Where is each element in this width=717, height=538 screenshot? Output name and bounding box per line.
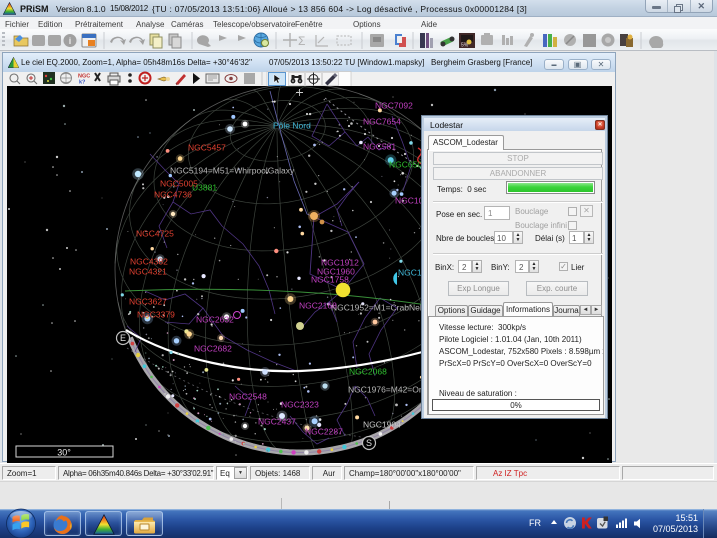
svg-text:NGC5194=M51=WhirpoolGalaxy: NGC5194=M51=WhirpoolGalaxy <box>170 166 295 176</box>
svg-text:NGC2323: NGC2323 <box>281 400 319 410</box>
svg-text:NGC2682: NGC2682 <box>194 344 232 354</box>
svg-text:NGC2437: NGC2437 <box>258 417 296 427</box>
svg-text:NGC4725: NGC4725 <box>136 229 174 239</box>
svg-text:NGC4382: NGC4382 <box>130 257 168 267</box>
svg-text:NGC2287: NGC2287 <box>305 427 343 437</box>
svg-text:NGC7654: NGC7654 <box>363 117 401 127</box>
svg-text:U3881: U3881 <box>192 183 217 193</box>
svg-text:5%: 5% <box>461 43 469 49</box>
svg-text:NGC2632: NGC2632 <box>196 315 234 325</box>
svg-text:NGC4736: NGC4736 <box>154 190 192 200</box>
svg-text:NGC7092: NGC7092 <box>375 101 413 111</box>
svg-text:NGC2068: NGC2068 <box>349 367 387 377</box>
svg-text:NGC1758: NGC1758 <box>311 275 349 285</box>
svg-text:30°: 30° <box>57 448 71 458</box>
svg-text:E: E <box>120 333 126 343</box>
svg-text:k?: k? <box>79 80 86 86</box>
svg-text:NGC581: NGC581 <box>363 142 396 152</box>
svg-text:NGC3627: NGC3627 <box>129 297 167 307</box>
svg-text:NGC1904: NGC1904 <box>363 420 401 430</box>
svg-text:NGC2548: NGC2548 <box>229 392 267 402</box>
svg-text:NGC650: NGC650 <box>389 160 422 170</box>
svg-text:NGC3379: NGC3379 <box>137 310 175 320</box>
svg-text:S: S <box>366 438 372 448</box>
svg-text:NGC2168: NGC2168 <box>299 301 337 311</box>
svg-text:Pôle Nord: Pôle Nord <box>273 121 311 131</box>
svg-text:i: i <box>69 36 72 46</box>
svg-text:Σ: Σ <box>298 34 305 48</box>
svg-text:NGC5457: NGC5457 <box>188 143 226 153</box>
svg-text:NGC4321: NGC4321 <box>129 267 167 277</box>
